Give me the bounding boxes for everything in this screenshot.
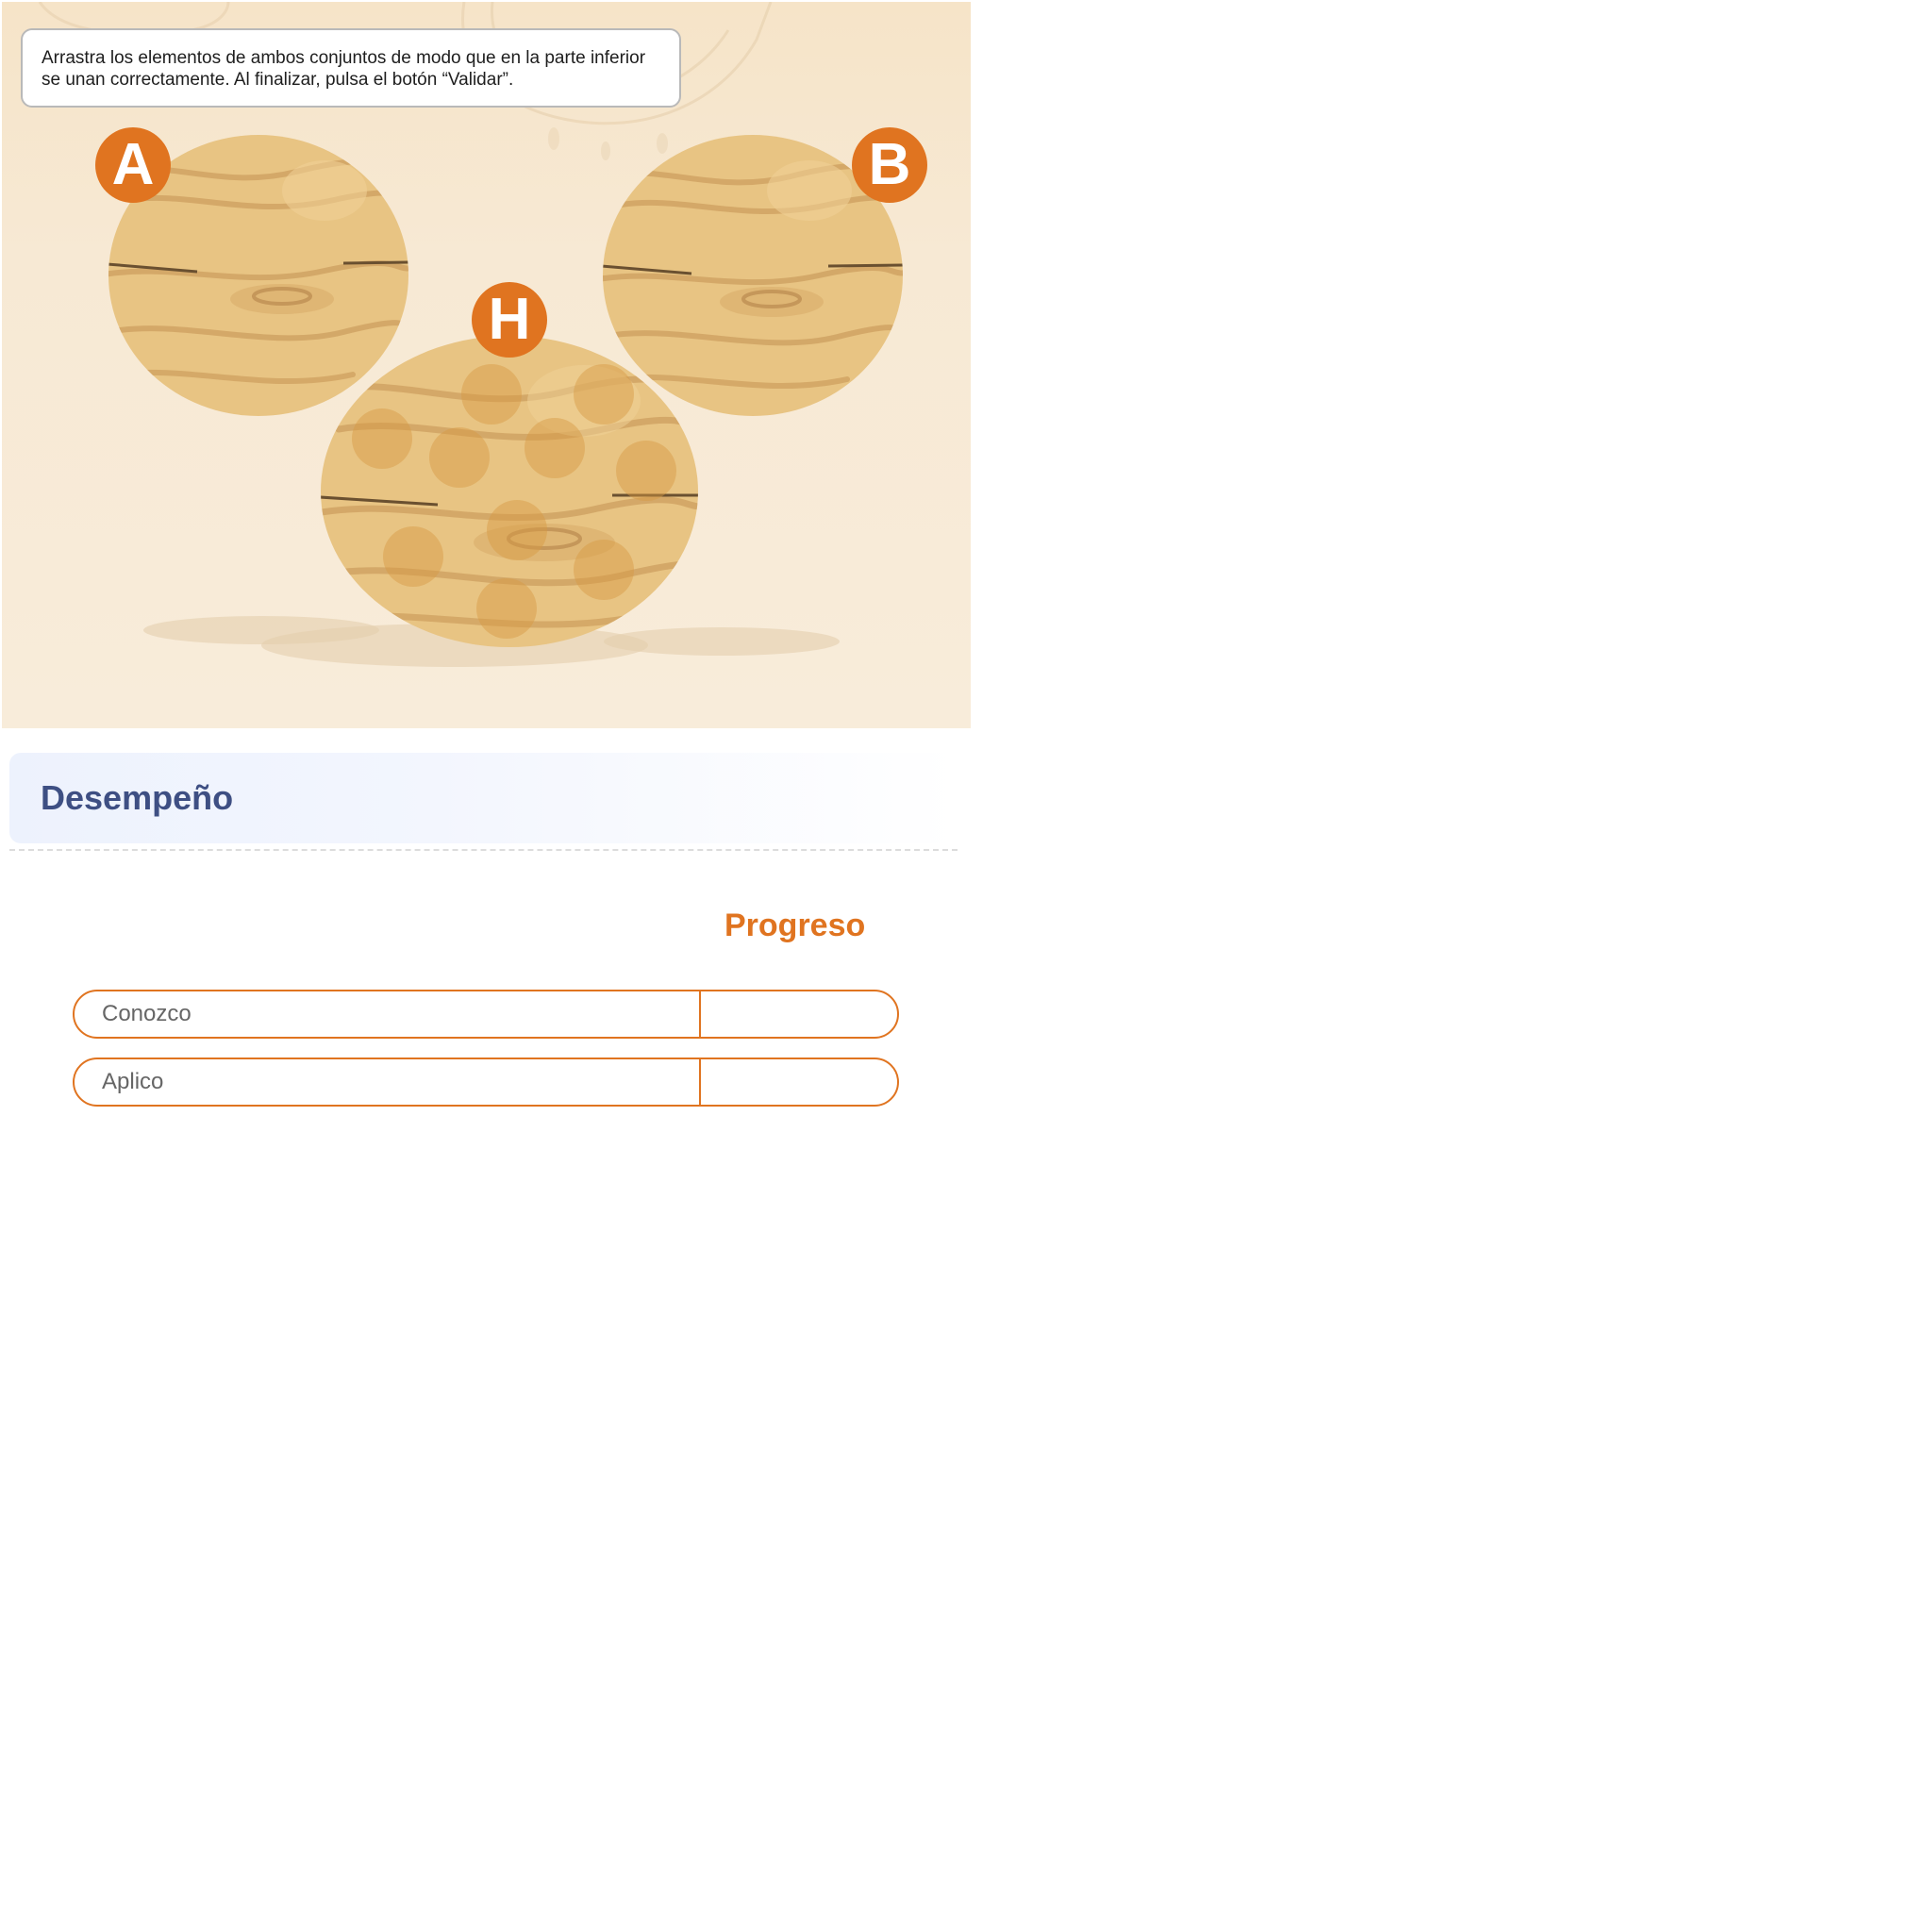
draggable-token[interactable] [429,427,490,488]
draggable-token[interactable] [616,441,676,501]
draggable-token[interactable] [574,364,634,425]
performance-row-label: Aplico [75,1059,701,1105]
activity-stage: Arrastra los elementos de ambos conjunto… [2,2,971,728]
set-a-badge: A [95,127,171,203]
performance-row-aplico: Aplico [73,1058,899,1107]
performance-header: Desempeño [9,753,958,843]
performance-row-conozco: Conozco [73,990,899,1039]
draggable-token[interactable] [574,540,634,600]
performance-row-label: Conozco [75,991,701,1037]
set-h-badge: H [472,282,547,358]
draggable-token[interactable] [487,500,547,560]
instruction-box: Arrastra los elementos de ambos conjunto… [21,28,681,108]
set-b-badge: B [852,127,927,203]
draggable-token[interactable] [525,418,585,478]
progress-title: Progreso [724,908,866,943]
draggable-token[interactable] [383,526,443,587]
draggable-token[interactable] [461,364,522,425]
performance-row-progress [701,991,897,1037]
draggable-token[interactable] [352,408,412,469]
performance-row-progress [701,1059,897,1105]
performance-title: Desempeño [41,778,234,817]
section-divider [9,849,958,851]
draggable-token[interactable] [476,578,537,639]
set-h-dropzone[interactable] [320,335,699,648]
